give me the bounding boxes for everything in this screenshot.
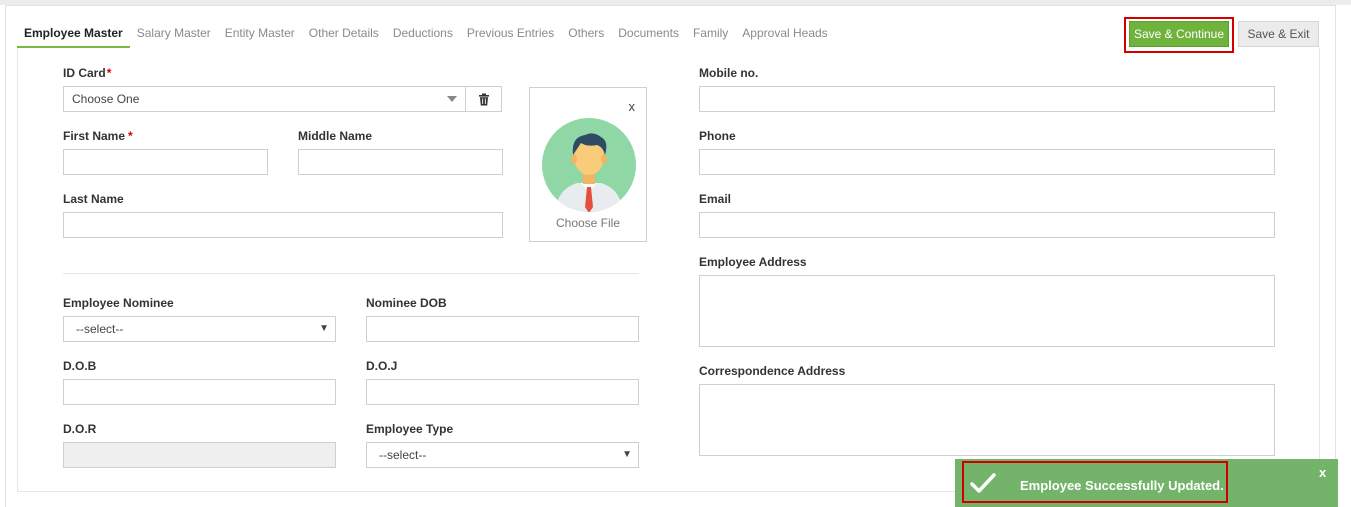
employee-address-input[interactable] xyxy=(699,275,1275,347)
email-label: Email xyxy=(699,192,732,206)
mobile-label: Mobile no. xyxy=(699,66,759,80)
employee-type-label: Employee Type xyxy=(366,422,454,436)
tab-family[interactable]: Family xyxy=(686,22,735,48)
correspondence-address-input[interactable] xyxy=(699,384,1275,456)
delete-id-card-button[interactable] xyxy=(465,86,502,112)
middle-name-input[interactable] xyxy=(298,149,503,175)
caret-down-icon: ▼ xyxy=(319,323,329,334)
first-name-label-text: First Name xyxy=(63,129,126,143)
save-exit-button[interactable]: Save & Exit xyxy=(1238,21,1319,47)
choose-file-label[interactable]: Choose File xyxy=(530,216,646,230)
phone-input[interactable] xyxy=(699,149,1275,175)
first-name-label: First Name * xyxy=(63,129,133,143)
employee-nominee-value: --select-- xyxy=(76,322,124,336)
required-mark: * xyxy=(106,66,112,80)
phone-label: Phone xyxy=(699,129,736,143)
tab-employee-master[interactable]: Employee Master xyxy=(17,22,130,48)
caret-down-icon: ▼ xyxy=(622,449,632,460)
save-continue-button[interactable]: Save & Continue xyxy=(1129,21,1229,47)
doj-input[interactable] xyxy=(366,379,639,405)
dob-label: D.O.B xyxy=(63,359,97,373)
id-card-select-value: Choose One xyxy=(72,92,140,106)
nominee-dob-input[interactable] xyxy=(366,316,639,342)
doj-label: D.O.J xyxy=(366,359,398,373)
photo-upload[interactable]: x Choose File xyxy=(529,87,647,242)
employee-nominee-label: Employee Nominee xyxy=(63,296,174,310)
tab-previous-entries[interactable]: Previous Entries xyxy=(460,22,561,48)
tab-bar: Employee Master Salary Master Entity Mas… xyxy=(17,22,835,48)
email-input[interactable] xyxy=(699,212,1275,238)
tab-deductions[interactable]: Deductions xyxy=(386,22,460,48)
id-card-label-text: ID Card xyxy=(63,66,106,80)
dor-label: D.O.R xyxy=(63,422,97,436)
dor-input xyxy=(63,442,336,468)
first-name-input[interactable] xyxy=(63,149,268,175)
mobile-input[interactable] xyxy=(699,86,1275,112)
photo-close-icon[interactable]: x xyxy=(629,100,636,113)
check-icon xyxy=(970,473,996,493)
last-name-label: Last Name xyxy=(63,192,124,206)
tab-approval-heads[interactable]: Approval Heads xyxy=(735,22,834,48)
tab-documents[interactable]: Documents xyxy=(611,22,686,48)
id-card-select[interactable]: Choose One xyxy=(63,86,466,112)
tab-other-details[interactable]: Other Details xyxy=(302,22,386,48)
trash-icon xyxy=(478,93,489,105)
nominee-dob-label: Nominee DOB xyxy=(366,296,447,310)
correspondence-address-label: Correspondence Address xyxy=(699,364,846,378)
last-name-input[interactable] xyxy=(63,212,503,238)
tab-others[interactable]: Others xyxy=(561,22,611,48)
toast-close-icon[interactable]: x xyxy=(1319,465,1326,480)
middle-name-label: Middle Name xyxy=(298,129,373,143)
employee-nominee-select[interactable]: --select-- ▼ xyxy=(63,316,336,342)
employee-type-value: --select-- xyxy=(379,448,427,462)
toast-message: Employee Successfully Updated. xyxy=(1020,478,1224,493)
avatar-icon xyxy=(542,118,636,212)
dob-input[interactable] xyxy=(63,379,336,405)
required-mark: * xyxy=(128,129,133,143)
employee-type-select[interactable]: --select-- ▼ xyxy=(366,442,639,468)
caret-down-icon xyxy=(447,96,457,102)
tab-salary-master[interactable]: Salary Master xyxy=(130,22,218,48)
section-divider xyxy=(63,273,639,274)
tab-entity-master[interactable]: Entity Master xyxy=(218,22,302,48)
employee-address-label: Employee Address xyxy=(699,255,807,269)
id-card-label: ID Card* xyxy=(63,66,111,80)
